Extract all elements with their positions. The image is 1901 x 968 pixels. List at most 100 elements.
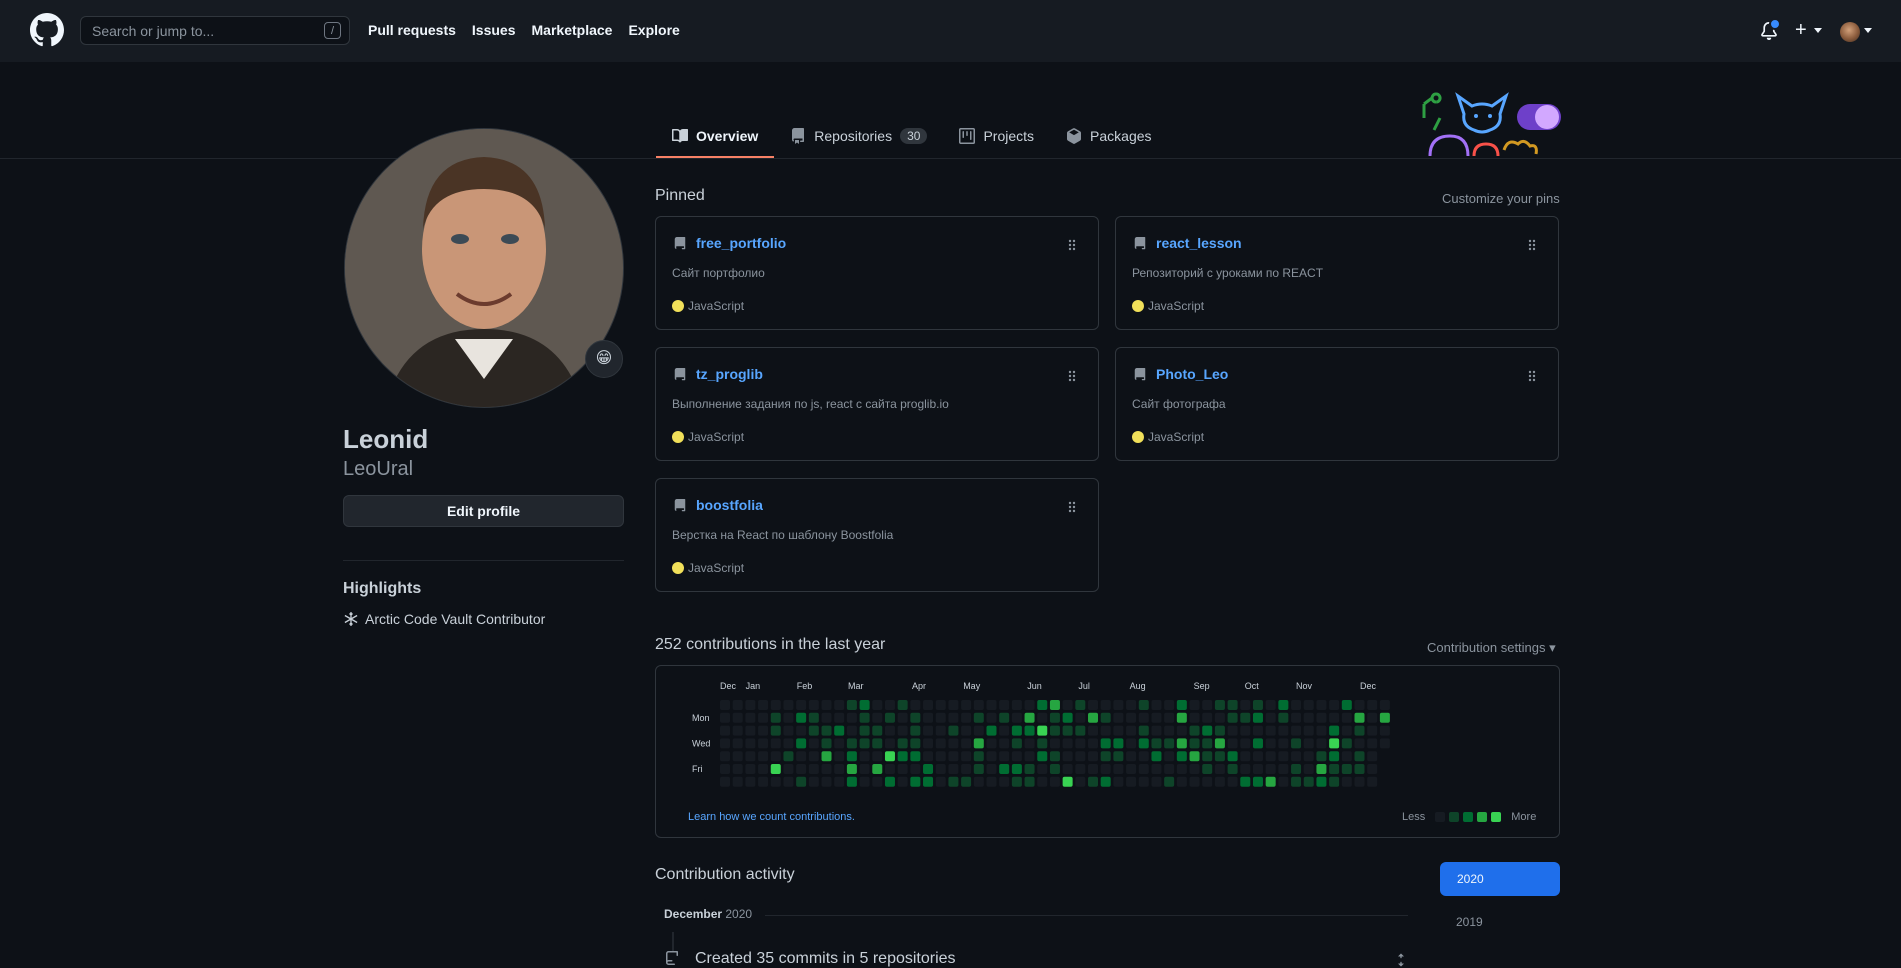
contribution-day-cell[interactable] [961, 751, 972, 762]
contribution-day-cell[interactable] [1354, 776, 1365, 787]
contribution-day-cell[interactable] [732, 700, 743, 710]
contribution-day-cell[interactable] [783, 712, 794, 723]
contribution-day-cell[interactable] [770, 700, 781, 710]
contribution-day-cell[interactable] [1265, 751, 1276, 762]
contribution-day-cell[interactable] [1278, 776, 1289, 787]
contribution-day-cell[interactable] [1252, 700, 1263, 710]
contribution-day-cell[interactable] [948, 776, 959, 787]
contribution-day-cell[interactable] [1037, 712, 1048, 723]
tab-projects[interactable]: Projects [943, 114, 1050, 158]
contribution-day-cell[interactable] [1049, 700, 1060, 710]
contribution-day-cell[interactable] [1049, 751, 1060, 762]
contribution-day-cell[interactable] [720, 712, 730, 723]
contribution-day-cell[interactable] [1316, 776, 1327, 787]
create-dropdown-caret-icon[interactable] [1814, 28, 1822, 33]
contribution-day-cell[interactable] [1252, 776, 1263, 787]
contribution-day-cell[interactable] [1316, 738, 1327, 749]
contribution-day-cell[interactable] [1075, 764, 1086, 774]
contribution-day-cell[interactable] [1037, 725, 1048, 736]
contribution-day-cell[interactable] [948, 764, 959, 774]
contribution-day-cell[interactable] [884, 764, 895, 774]
contribution-day-cell[interactable] [1329, 764, 1340, 774]
contribution-day-cell[interactable] [1176, 712, 1187, 723]
contribution-day-cell[interactable] [1265, 700, 1276, 710]
tab-packages[interactable]: Packages [1050, 114, 1167, 158]
contribution-day-cell[interactable] [1113, 700, 1124, 710]
contribution-day-cell[interactable] [1075, 751, 1086, 762]
contribution-day-cell[interactable] [1252, 738, 1263, 749]
contribution-day-cell[interactable] [1024, 764, 1035, 774]
contribution-day-cell[interactable] [961, 738, 972, 749]
commits-summary[interactable]: Created 35 commits in 5 repositories [665, 950, 956, 968]
contribution-day-cell[interactable] [1303, 751, 1314, 762]
contribution-day-cell[interactable] [961, 712, 972, 723]
contribution-day-cell[interactable] [1278, 700, 1289, 710]
contribution-day-cell[interactable] [1341, 751, 1352, 762]
repo-name-link[interactable]: tz_proglib [696, 366, 763, 382]
contribution-day-cell[interactable] [961, 725, 972, 736]
contribution-day-cell[interactable] [1227, 712, 1238, 723]
contribution-day-cell[interactable] [1075, 725, 1086, 736]
contribution-day-cell[interactable] [1011, 764, 1022, 774]
contribution-day-cell[interactable] [770, 712, 781, 723]
contribution-day-cell[interactable] [758, 751, 769, 762]
contribution-day-cell[interactable] [1202, 751, 1213, 762]
contribution-day-cell[interactable] [783, 725, 794, 736]
contribution-day-cell[interactable] [796, 751, 807, 762]
contribution-day-cell[interactable] [986, 776, 997, 787]
contribution-day-cell[interactable] [796, 712, 807, 723]
contribution-day-cell[interactable] [1303, 712, 1314, 723]
contribution-day-cell[interactable] [1151, 776, 1162, 787]
contribution-day-cell[interactable] [1341, 725, 1352, 736]
contribution-day-cell[interactable] [1316, 764, 1327, 774]
contribution-day-cell[interactable] [1189, 776, 1200, 787]
status-emoji-button[interactable]: 😁 [585, 340, 623, 378]
contribution-day-cell[interactable] [732, 751, 743, 762]
contribution-day-cell[interactable] [935, 725, 946, 736]
contribution-day-cell[interactable] [1316, 751, 1327, 762]
contribution-day-cell[interactable] [1214, 751, 1225, 762]
contribution-day-cell[interactable] [1354, 725, 1365, 736]
contribution-day-cell[interactable] [1252, 712, 1263, 723]
contribution-day-cell[interactable] [872, 751, 883, 762]
contribution-day-cell[interactable] [758, 738, 769, 749]
contribution-day-cell[interactable] [897, 776, 908, 787]
contribution-day-cell[interactable] [796, 725, 807, 736]
contribution-day-cell[interactable] [720, 751, 730, 762]
contribution-day-cell[interactable] [732, 738, 743, 749]
contribution-day-cell[interactable] [1151, 700, 1162, 710]
contribution-day-cell[interactable] [770, 725, 781, 736]
contribution-day-cell[interactable] [999, 751, 1010, 762]
contribution-day-cell[interactable] [1367, 751, 1378, 762]
contribution-day-cell[interactable] [1024, 776, 1035, 787]
contribution-day-cell[interactable] [846, 738, 857, 749]
contribution-day-cell[interactable] [897, 751, 908, 762]
contribution-day-cell[interactable] [1227, 700, 1238, 710]
contribution-day-cell[interactable] [1037, 764, 1048, 774]
contribution-day-cell[interactable] [834, 725, 845, 736]
contribution-day-cell[interactable] [720, 725, 730, 736]
contribution-day-cell[interactable] [1088, 725, 1099, 736]
contribution-day-cell[interactable] [1316, 725, 1327, 736]
contribution-day-cell[interactable] [732, 764, 743, 774]
contribution-day-cell[interactable] [935, 764, 946, 774]
contribution-day-cell[interactable] [1011, 738, 1022, 749]
contribution-day-cell[interactable] [1214, 712, 1225, 723]
contribution-day-cell[interactable] [1011, 751, 1022, 762]
contribution-day-cell[interactable] [1164, 776, 1175, 787]
nav-issues[interactable]: Issues [472, 22, 516, 38]
contribution-day-cell[interactable] [1291, 738, 1302, 749]
contribution-day-cell[interactable] [1303, 776, 1314, 787]
contribution-day-cell[interactable] [884, 725, 895, 736]
contribution-day-cell[interactable] [846, 725, 857, 736]
contribution-day-cell[interactable] [834, 776, 845, 787]
contribution-day-cell[interactable] [884, 738, 895, 749]
contribution-day-cell[interactable] [1265, 725, 1276, 736]
contribution-day-cell[interactable] [1303, 764, 1314, 774]
repo-name-link[interactable]: react_lesson [1156, 235, 1242, 251]
contribution-day-cell[interactable] [1278, 738, 1289, 749]
unfold-icon[interactable] [1394, 953, 1408, 967]
contribution-day-cell[interactable] [783, 751, 794, 762]
contribution-day-cell[interactable] [1011, 725, 1022, 736]
contribution-day-cell[interactable] [1379, 725, 1390, 736]
